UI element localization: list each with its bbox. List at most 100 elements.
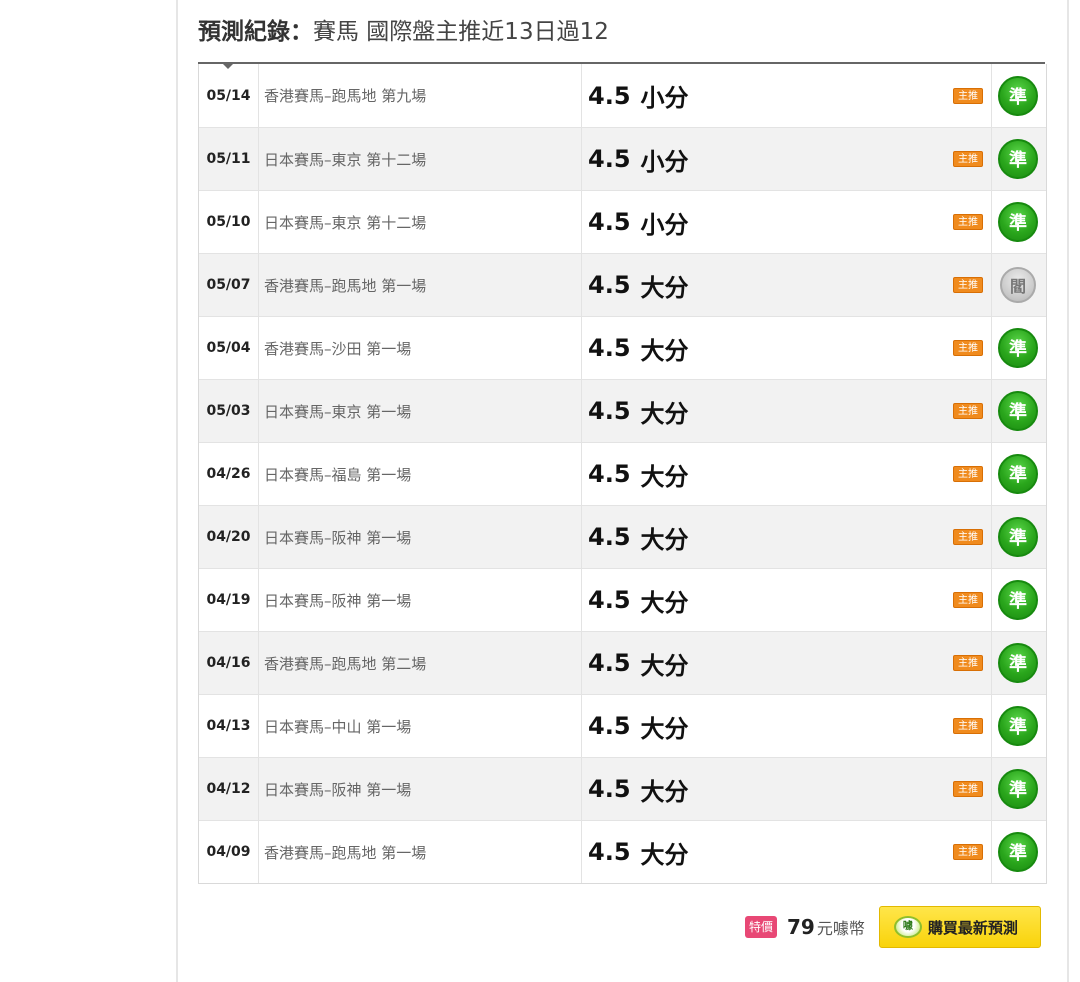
record-date: 04/13 (199, 695, 259, 757)
currency-label: 元噱幣 (816, 919, 865, 938)
main-pick-tag: 主推 (953, 592, 983, 608)
record-event: 日本賽馬–阪神 第一場 (259, 506, 582, 568)
record-pick-value: 4.5 (588, 334, 631, 362)
result-win-icon: 準 (998, 580, 1038, 620)
result-win-icon: 準 (998, 139, 1038, 179)
record-pick-type: 小分 (640, 210, 689, 239)
record-pick-type: 大分 (640, 588, 689, 617)
record-pick-value: 4.5 (588, 523, 631, 551)
record-date: 05/07 (199, 254, 259, 316)
record-result: 準 (991, 443, 1044, 505)
table-row: 04/12 日本賽馬–阪神 第一場 4.5 大分 主推準 (199, 757, 1046, 820)
record-event: 日本賽馬–東京 第十二場 (259, 191, 582, 253)
table-row: 05/07 香港賽馬–跑馬地 第一場 4.5 大分 主推 閻 (199, 253, 1046, 316)
prediction-records-table: 05/14 香港賽馬–跑馬地 第九場 4.5 小分 主推準 05/11 日本賽馬–東京 第十… (198, 64, 1047, 884)
special-price-badge: 特價 (745, 916, 777, 938)
result-win-icon: 準 (998, 832, 1038, 872)
record-pick-type: 小分 (640, 147, 689, 176)
record-pick-value: 4.5 (588, 145, 631, 173)
record-event: 香港賽馬–跑馬地 第二場 (259, 632, 582, 694)
record-result: 準 (991, 64, 1044, 127)
record-date: 05/10 (199, 191, 259, 253)
record-pick: 4.5 大分 (582, 632, 991, 694)
main-pick-tag: 主推 (953, 87, 983, 104)
record-pick: 4.5 大分 (582, 758, 991, 820)
record-date: 04/19 (199, 569, 259, 631)
record-result: 準 (991, 317, 1044, 379)
record-pick: 4.5 小分 (582, 64, 991, 127)
record-pick-value: 4.5 (588, 838, 631, 866)
record-event: 日本賽馬–東京 第十二場 (259, 128, 582, 190)
record-pick-value: 4.5 (588, 460, 631, 488)
result-win-icon: 準 (998, 75, 1038, 116)
record-pick: 4.5 大分 (582, 254, 991, 316)
result-win-icon: 準 (998, 391, 1038, 431)
record-result: 準 (991, 380, 1044, 442)
record-result: 準 (991, 569, 1044, 631)
title-label: 預測紀錄： (198, 19, 313, 45)
record-event: 香港賽馬–跑馬地 第一場 (259, 821, 582, 883)
table-row: 05/10 日本賽馬–東京 第十二場 4.5 小分 主推準 (199, 190, 1046, 253)
record-pick: 4.5 大分 (582, 317, 991, 379)
result-win-icon: 準 (998, 517, 1038, 557)
coin-icon: 噱 (893, 916, 922, 938)
record-event: 香港賽馬–跑馬地 第九場 (259, 64, 582, 127)
main-pick-tag: 主推 (953, 529, 983, 545)
result-win-icon: 準 (998, 706, 1038, 746)
result-win-icon: 準 (998, 328, 1038, 368)
record-pick: 4.5 大分 (582, 443, 991, 505)
record-pick-type: 大分 (640, 651, 689, 680)
record-pick-value: 4.5 (588, 775, 631, 803)
main-pick-tag: 主推 (953, 151, 983, 167)
table-row: 04/16 香港賽馬–跑馬地 第二場 4.5 大分 主推準 (199, 631, 1046, 694)
record-date: 05/11 (199, 128, 259, 190)
table-row: 04/26 日本賽馬–福島 第一場 4.5 大分 主推準 (199, 442, 1046, 505)
record-event: 日本賽馬–阪神 第一場 (259, 758, 582, 820)
record-pick-type: 大分 (640, 840, 689, 869)
main-pick-tag: 主推 (953, 781, 983, 797)
record-pick-type: 大分 (640, 525, 689, 554)
record-event: 香港賽馬–跑馬地 第一場 (259, 254, 582, 316)
main-pick-tag: 主推 (953, 214, 983, 230)
record-result: 閻 (991, 254, 1044, 316)
main-pick-tag: 主推 (953, 718, 983, 734)
record-date: 04/12 (199, 758, 259, 820)
record-pick-value: 4.5 (588, 81, 631, 110)
buy-latest-prediction-button[interactable]: 噱 購買最新預測 (878, 906, 1041, 948)
record-pick: 4.5 小分 (582, 128, 991, 190)
left-divider (176, 0, 178, 982)
record-result: 準 (991, 821, 1044, 883)
right-divider (1067, 0, 1069, 982)
record-date: 05/04 (199, 317, 259, 379)
record-pick-value: 4.5 (588, 586, 631, 614)
main-pick-tag: 主推 (953, 655, 983, 671)
record-pick-type: 大分 (640, 462, 689, 491)
record-event: 日本賽馬–東京 第一場 (259, 380, 582, 442)
record-pick-type: 大分 (640, 714, 689, 743)
record-pick: 4.5 大分 (582, 506, 991, 568)
main-pick-tag: 主推 (953, 340, 983, 356)
result-win-icon: 準 (998, 643, 1038, 683)
page-title: 預測紀錄：賽馬 國際盤主推近13日過12 (198, 16, 609, 56)
table-row: 05/14 香港賽馬–跑馬地 第九場 4.5 小分 主推準 (199, 64, 1046, 127)
record-event: 香港賽馬–沙田 第一場 (259, 317, 582, 379)
record-pick: 4.5 大分 (582, 695, 991, 757)
record-date: 04/09 (199, 821, 259, 883)
table-row: 04/19 日本賽馬–阪神 第一場 4.5 大分 主推準 (199, 568, 1046, 631)
record-pick-type: 大分 (640, 336, 689, 365)
record-date: 04/20 (199, 506, 259, 568)
table-row: 05/11 日本賽馬–東京 第十二場 4.5 小分 主推準 (199, 127, 1046, 190)
record-event: 日本賽馬–阪神 第一場 (259, 569, 582, 631)
record-date: 05/03 (199, 380, 259, 442)
record-pick: 4.5 大分 (582, 821, 991, 883)
record-pick-type: 大分 (640, 777, 689, 806)
table-row: 04/20 日本賽馬–阪神 第一場 4.5 大分 主推準 (199, 505, 1046, 568)
record-date: 04/26 (199, 443, 259, 505)
record-pick: 4.5 大分 (582, 380, 991, 442)
result-win-icon: 準 (998, 454, 1038, 494)
main-pick-tag: 主推 (953, 277, 983, 293)
result-win-icon: 準 (998, 202, 1038, 242)
record-event: 日本賽馬–中山 第一場 (259, 695, 582, 757)
table-row: 04/13 日本賽馬–中山 第一場 4.5 大分 主推準 (199, 694, 1046, 757)
record-date: 05/14 (199, 64, 259, 127)
